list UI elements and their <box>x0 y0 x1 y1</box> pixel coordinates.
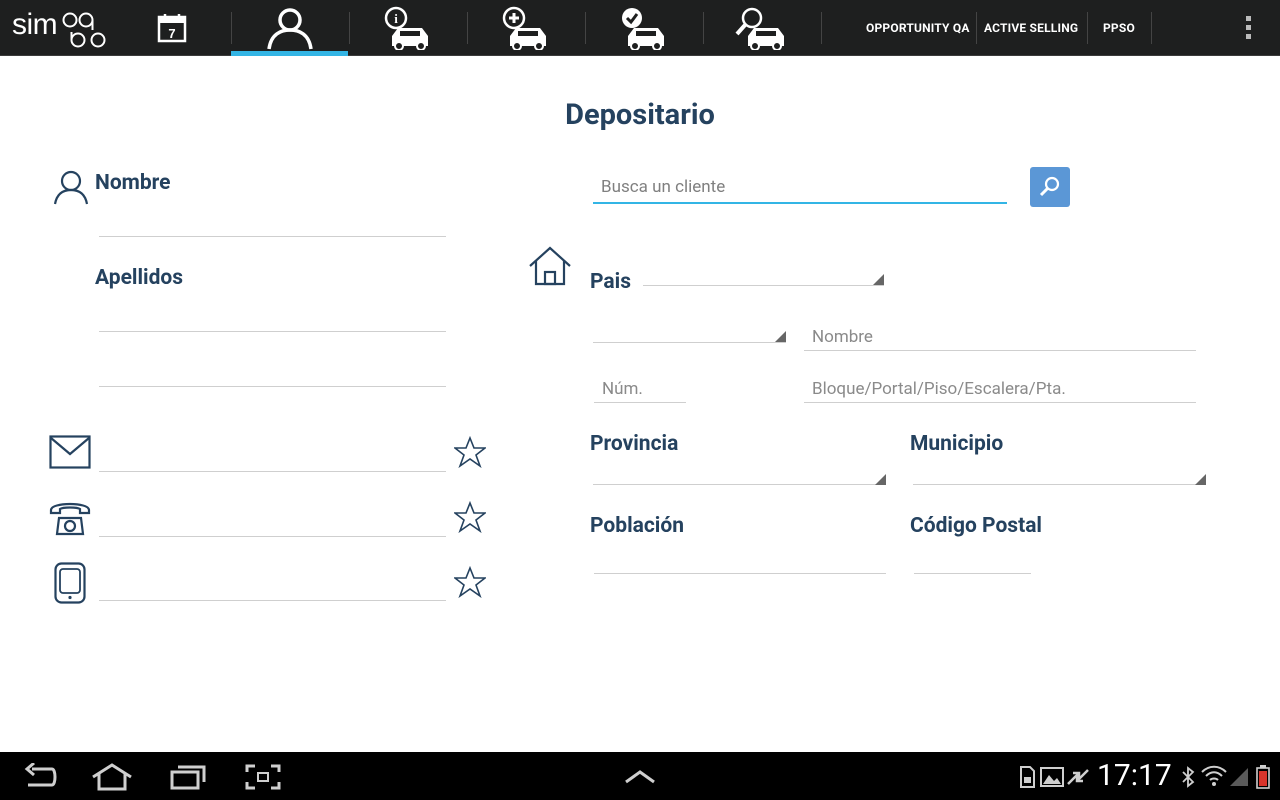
home-icon <box>529 246 571 290</box>
menu-active-selling[interactable]: ACTIVE SELLING <box>984 0 1078 56</box>
num-field[interactable] <box>594 402 686 403</box>
dropdown-arrow-icon <box>875 474 886 485</box>
car-check-icon <box>621 8 664 50</box>
svg-text:i: i <box>394 11 398 26</box>
nav-person[interactable] <box>231 0 348 56</box>
nav-vehicle-info[interactable]: i <box>349 0 466 56</box>
street-name-placeholder: Nombre <box>812 327 873 347</box>
apellido2-field[interactable] <box>99 386 446 387</box>
municipio-dropdown[interactable] <box>913 484 1206 485</box>
bloque-placeholder: Bloque/Portal/Piso/Escalera/Pta. <box>812 379 1066 399</box>
nav-calendar[interactable]: 7 <box>113 0 230 56</box>
wifi-icon <box>1201 764 1227 792</box>
nav-vehicle-add[interactable] <box>467 0 584 56</box>
pais-label: Pais <box>590 270 632 294</box>
svg-text:sim: sim <box>12 8 57 41</box>
provincia-label: Provincia <box>590 432 679 456</box>
recent-apps-icon[interactable] <box>170 764 206 794</box>
dropdown-arrow-icon <box>775 331 786 342</box>
nav-vehicle-search[interactable] <box>703 0 820 56</box>
page-title: Depositario <box>565 98 715 132</box>
screenshot-icon[interactable] <box>245 764 281 794</box>
poblacion-field[interactable] <box>594 573 886 574</box>
email-field[interactable] <box>99 471 446 472</box>
car-search-icon <box>735 7 784 50</box>
search-button[interactable] <box>1030 167 1070 207</box>
nav-vehicle-check[interactable] <box>585 0 702 56</box>
street-name-field[interactable] <box>804 350 1196 351</box>
search-client-input[interactable] <box>593 172 1007 204</box>
user-icon <box>266 8 313 50</box>
municipio-label: Municipio <box>910 432 1004 456</box>
overflow-menu-icon[interactable] <box>1238 14 1258 42</box>
person-icon <box>52 168 90 210</box>
chevron-up-icon[interactable] <box>624 769 656 788</box>
phone-field[interactable] <box>99 536 446 537</box>
apellido1-field[interactable] <box>99 331 446 332</box>
dropdown-arrow-icon <box>1195 474 1206 485</box>
status-clock: 17:17 <box>1097 758 1172 793</box>
action-bar: sim 7 i OPPORTUNITY QA ACTIVE SELLING PP… <box>0 0 1280 56</box>
simgo-logo: sim <box>12 4 112 50</box>
nombre-label: Nombre <box>95 171 171 195</box>
calendar-icon: 7 <box>157 14 186 43</box>
bluetooth-icon <box>1181 766 1195 792</box>
home-nav-icon[interactable] <box>91 763 133 795</box>
star-icon[interactable] <box>452 500 488 537</box>
codigo-postal-label: Código Postal <box>910 514 1042 538</box>
mobile-field[interactable] <box>99 600 446 601</box>
dropdown-arrow-icon <box>873 274 884 285</box>
menu-opportunity-qa[interactable]: OPPORTUNITY QA <box>866 0 970 56</box>
menu-ppso[interactable]: PPSO <box>1103 0 1135 56</box>
bloque-field[interactable] <box>804 402 1196 403</box>
poblacion-label: Población <box>590 514 684 538</box>
apellidos-label: Apellidos <box>95 266 184 290</box>
divider <box>1087 12 1088 44</box>
car-add-icon <box>502 6 546 50</box>
divider <box>821 12 822 44</box>
pais-dropdown[interactable] <box>643 285 884 286</box>
telephone-icon <box>49 498 91 540</box>
battery-icon <box>1256 765 1270 793</box>
calendar-day: 7 <box>168 26 175 41</box>
envelope-icon <box>49 435 91 473</box>
search-icon <box>1039 176 1060 197</box>
gallery-icon <box>1040 766 1064 792</box>
nombre-field[interactable] <box>99 236 446 237</box>
sd-card-icon <box>1019 766 1035 792</box>
star-icon[interactable] <box>452 565 488 602</box>
divider <box>976 12 977 44</box>
num-placeholder: Núm. <box>602 379 643 399</box>
car-info-icon: i <box>384 6 428 50</box>
signal-icon <box>1228 766 1250 792</box>
star-icon[interactable] <box>452 435 488 472</box>
codigo-postal-field[interactable] <box>914 573 1031 574</box>
mobile-phone-icon <box>54 562 86 608</box>
provincia-dropdown[interactable] <box>593 484 886 485</box>
street-type-dropdown[interactable] <box>593 342 786 343</box>
divider <box>1151 12 1152 44</box>
back-icon[interactable] <box>22 761 58 795</box>
sync-icon <box>1066 766 1090 792</box>
